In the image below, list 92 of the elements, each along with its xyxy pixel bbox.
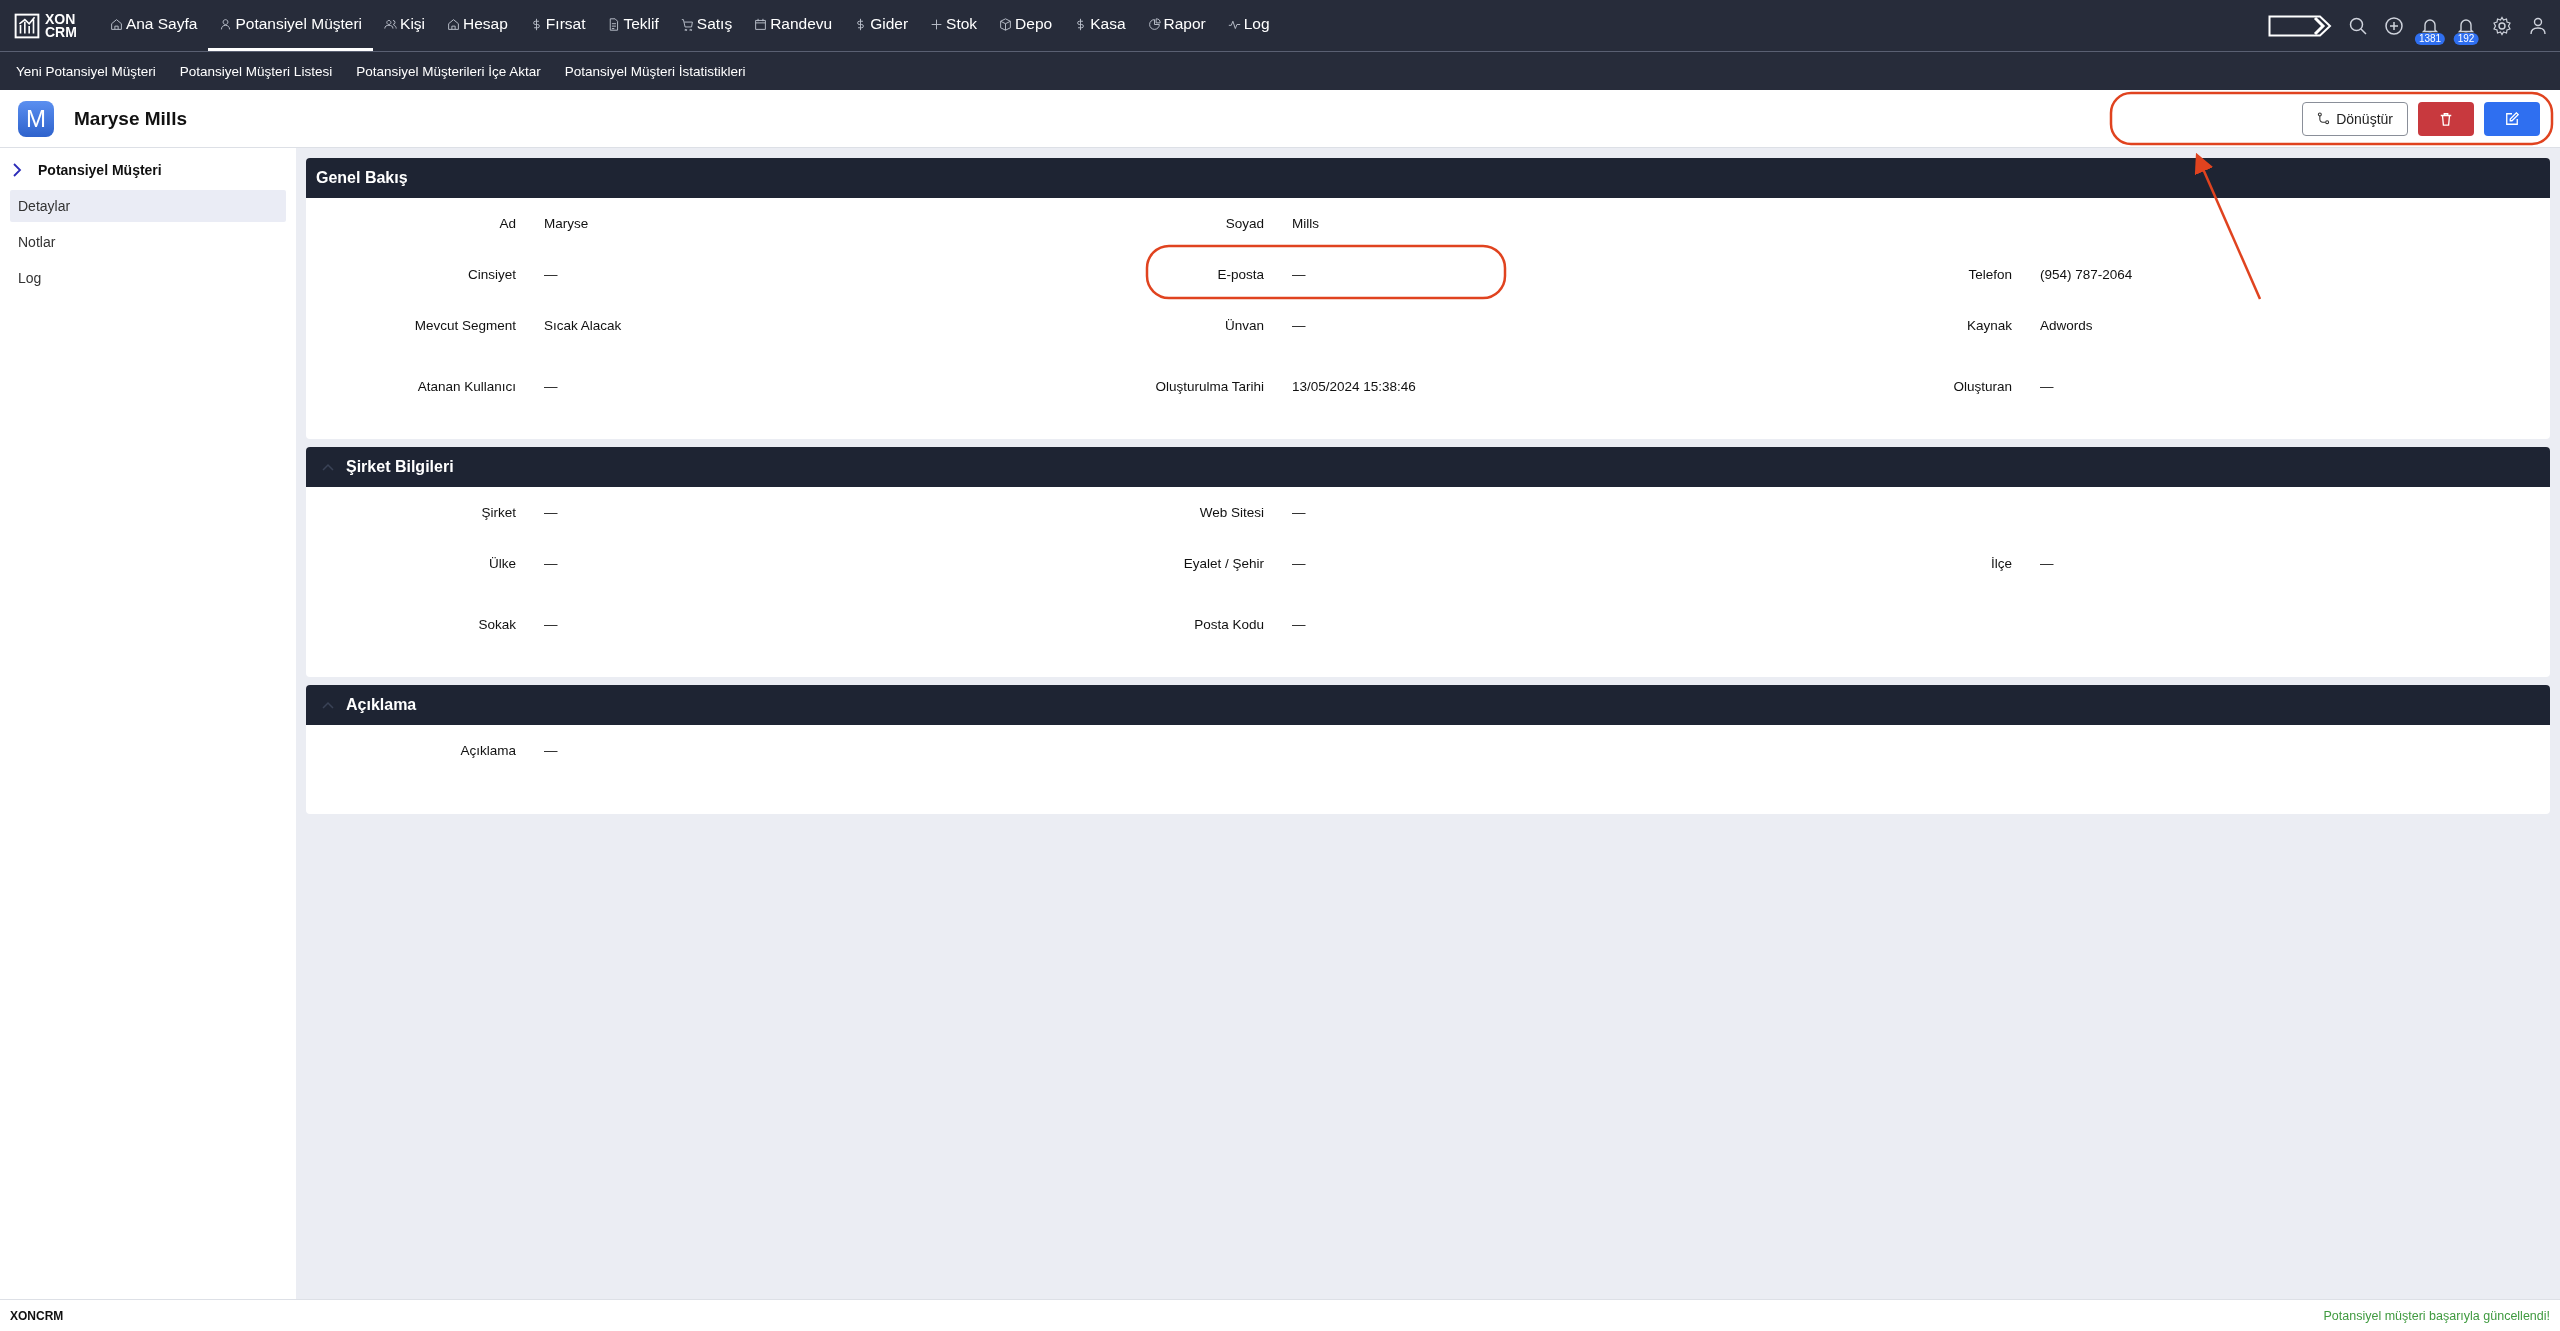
field-value: — [1291,556,1307,571]
sidebar-item[interactable]: Detaylar [10,190,286,222]
field-value: Maryse [543,216,590,231]
people-icon [384,17,398,31]
field-label: Web Sitesi [1198,505,1264,520]
user-icon[interactable] [2528,15,2548,36]
nav-tab[interactable]: Hesap [436,0,519,51]
field-value: Adwords [2039,318,2094,333]
edit-icon [2505,111,2519,126]
nav-tab[interactable]: Kasa [1063,0,1137,51]
plus-icon [930,17,944,31]
tag-outline-icon[interactable] [2268,14,2332,37]
cube-icon [999,17,1013,31]
sub-nav-link[interactable]: Yeni Potansiyel Müşteri [16,63,156,79]
field-label: E-posta [1216,267,1264,282]
notification-count: 192 [2453,32,2479,45]
section-title: Açıklama [346,696,417,714]
section-title: Genel Bakış [316,169,408,187]
trash-icon [2439,111,2453,126]
sidebar-item[interactable]: Notlar [10,226,286,258]
nav-tab[interactable]: Ana Sayfa [98,0,209,51]
field-label: Telefon [1967,267,2012,282]
field-label: Ülke [488,556,516,571]
person-icon [219,17,233,31]
field-label: Atanan Kullanıcı [416,379,516,394]
nav-tab[interactable]: Gider [843,0,920,51]
field-value: (954) 787-2064 [2039,267,2134,282]
nav-tab[interactable]: Fırsat [518,0,597,51]
search-icon[interactable] [2348,15,2368,36]
nav-tab[interactable]: Rapor [1136,0,1217,51]
field-value: — [543,379,559,394]
field-value: — [2039,379,2055,394]
sub-nav-link[interactable]: Potansiyel Müşterileri İçe Aktar [356,63,541,79]
chevron-right-icon[interactable] [12,163,22,177]
field-label: Kaynak [1965,318,2012,333]
pie-chart-icon [1147,17,1161,31]
field-label: Şirket [480,505,516,520]
house-icon [447,17,461,31]
nav-tab[interactable]: Satış [669,0,744,51]
field-value: 13/05/2024 15:38:46 [1291,379,1417,394]
field-value: Sıcak Alacak [543,318,623,333]
nav-tab[interactable]: Kişi [373,0,437,51]
sidebar-item[interactable]: Log [10,262,286,294]
document-icon [607,17,621,31]
field-label: Oluşturan [1952,379,2012,394]
record-name: Maryse Mills [74,107,187,130]
avatar: M [18,100,54,137]
field-label: Posta Kodu [1193,617,1264,632]
settings-icon[interactable] [2492,15,2512,36]
calendar-icon [754,17,768,31]
nav-tab[interactable]: Randevu [743,0,844,51]
field-label: İlçe [1990,556,2012,571]
field-label: Açıklama [459,743,516,758]
sub-nav-link[interactable]: Potansiyel Müşteri İstatistikleri [564,63,746,79]
sub-nav-link[interactable]: Potansiyel Müşteri Listesi [179,63,333,79]
field-value: — [543,617,559,632]
section-title: Şirket Bilgileri [346,458,454,476]
field-value: Mills [1291,216,1320,231]
field-label: Mevcut Segment [413,318,516,333]
field-label: Soyad [1224,216,1264,231]
field-label: Sokak [477,617,516,632]
nav-tab[interactable]: Teklif [596,0,670,51]
edit-button[interactable] [2484,101,2540,136]
field-value: — [543,505,559,520]
nav-tab[interactable]: Stok [919,0,989,51]
field-value: — [2039,556,2055,571]
delete-button[interactable] [2418,101,2474,136]
convert-button[interactable]: Dönüştür [2302,101,2408,136]
notification-count: 1381 [2414,32,2446,45]
field-value: — [1291,267,1307,282]
field-value: — [1291,505,1307,520]
house-icon [109,17,123,31]
field-label: Ünvan [1223,318,1264,333]
chart-logo-icon [14,12,40,39]
cart-icon [680,17,694,31]
nav-tab[interactable]: Depo [988,0,1064,51]
field-value: — [543,267,559,282]
sidebar-heading: Potansiyel Müşteri [38,162,162,178]
field-value: — [1291,318,1307,333]
success-message: Potansiyel müşteri başarıyla güncellendi! [2323,1308,2550,1323]
field-value: — [1291,617,1307,632]
branch-icon [2317,112,2331,125]
field-value: — [543,556,559,571]
footer-brand: XONCRM [10,1308,64,1323]
field-label: Ad [498,216,516,231]
field-value: — [543,743,559,758]
field-label: Eyalet / Şehir [1182,556,1264,571]
nav-tab[interactable]: Log [1216,0,1281,51]
field-label: Oluşturulma Tarihi [1154,379,1264,394]
field-label: Cinsiyet [467,267,516,282]
brand-logo[interactable]: XON CRM [14,12,77,39]
add-icon[interactable] [2384,15,2404,36]
